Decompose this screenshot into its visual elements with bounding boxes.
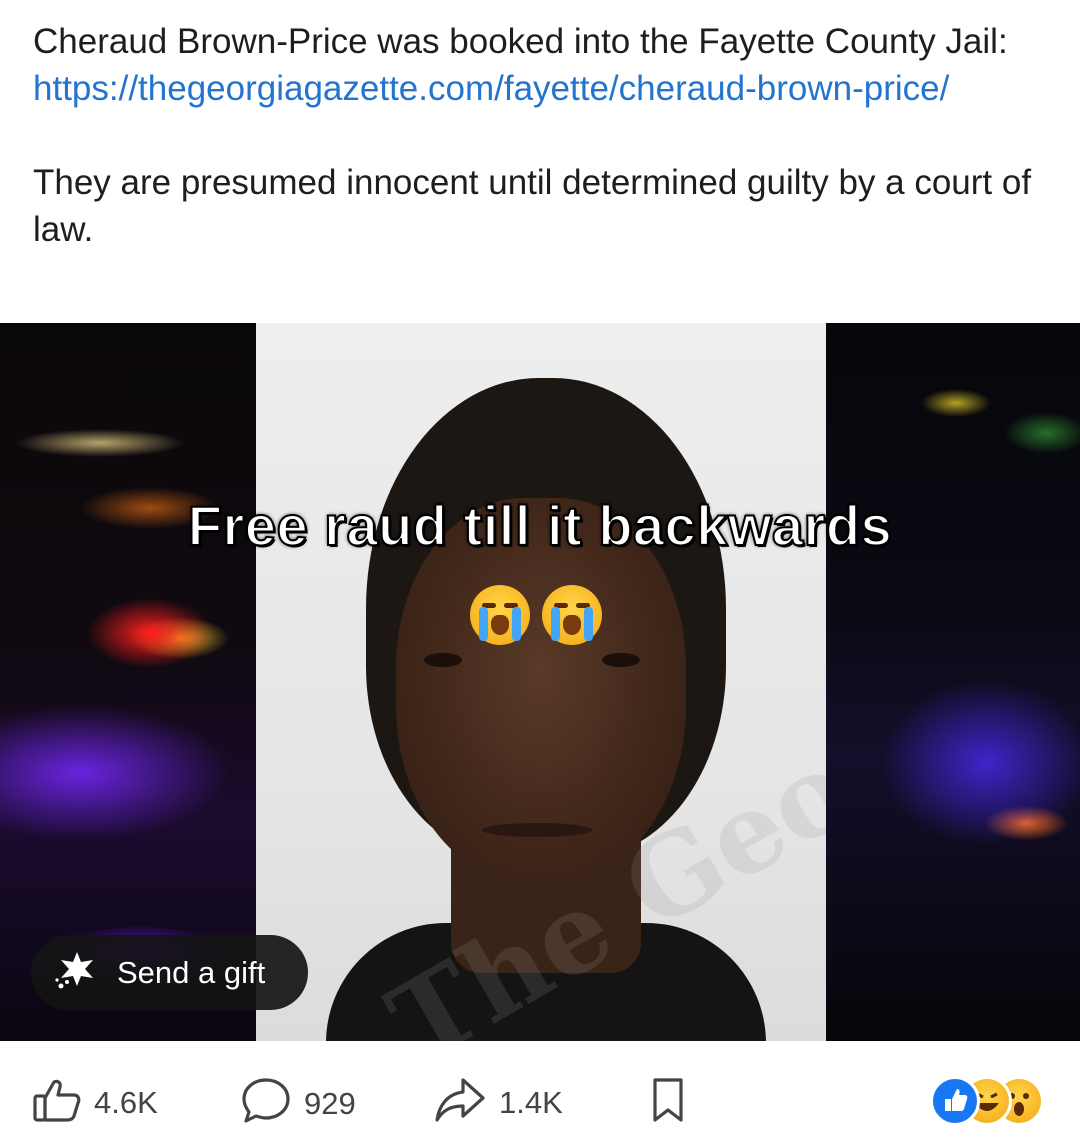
left-eye	[424, 653, 462, 667]
post-caption: Cheraud Brown-Price was booked into the …	[33, 18, 1053, 253]
share-button[interactable]: 1.4K	[433, 1076, 563, 1129]
post-text-disclaimer: They are presumed innocent until determi…	[33, 163, 1032, 249]
gift-sparkle-icon	[53, 948, 103, 997]
reaction-summary[interactable]	[930, 1076, 1050, 1126]
post-action-bar: 4.6K 929 1.4K	[0, 1041, 1080, 1146]
comment-button[interactable]: 929	[240, 1076, 356, 1131]
loudly-crying-face-icon	[542, 585, 602, 645]
save-button[interactable]	[651, 1076, 685, 1129]
article-link[interactable]: https://thegeorgiagazette.com/fayette/ch…	[33, 69, 949, 108]
crying-emoji-row	[470, 585, 610, 649]
police-lights-right	[826, 323, 1080, 1041]
mugshot-photo: The Georgia Gazette	[256, 323, 826, 1041]
send-gift-label: Send a gift	[117, 954, 266, 990]
post-text-intro: Cheraud Brown-Price was booked into the …	[33, 22, 1008, 61]
share-count: 1.4K	[499, 1084, 563, 1120]
send-gift-button[interactable]: Send a gift	[31, 935, 308, 1010]
right-eye	[602, 653, 640, 667]
like-reaction-icon	[930, 1076, 980, 1126]
loudly-crying-face-icon	[470, 585, 530, 645]
like-count: 4.6K	[94, 1084, 158, 1120]
bookmark-icon	[651, 1076, 685, 1129]
post-media[interactable]: The Georgia Gazette Free raud till it ba…	[0, 323, 1080, 1041]
mouth	[482, 823, 592, 837]
police-lights-left	[0, 323, 256, 1041]
thumbs-up-icon	[32, 1076, 82, 1129]
like-button[interactable]: 4.6K	[32, 1076, 158, 1129]
comment-bubble-icon	[240, 1076, 292, 1131]
post-text-paragraph-1: Cheraud Brown-Price was booked into the …	[33, 18, 1053, 112]
comment-count: 929	[304, 1085, 356, 1121]
overlay-caption: Free raud till it backwards	[187, 493, 893, 558]
share-arrow-icon	[433, 1076, 487, 1129]
